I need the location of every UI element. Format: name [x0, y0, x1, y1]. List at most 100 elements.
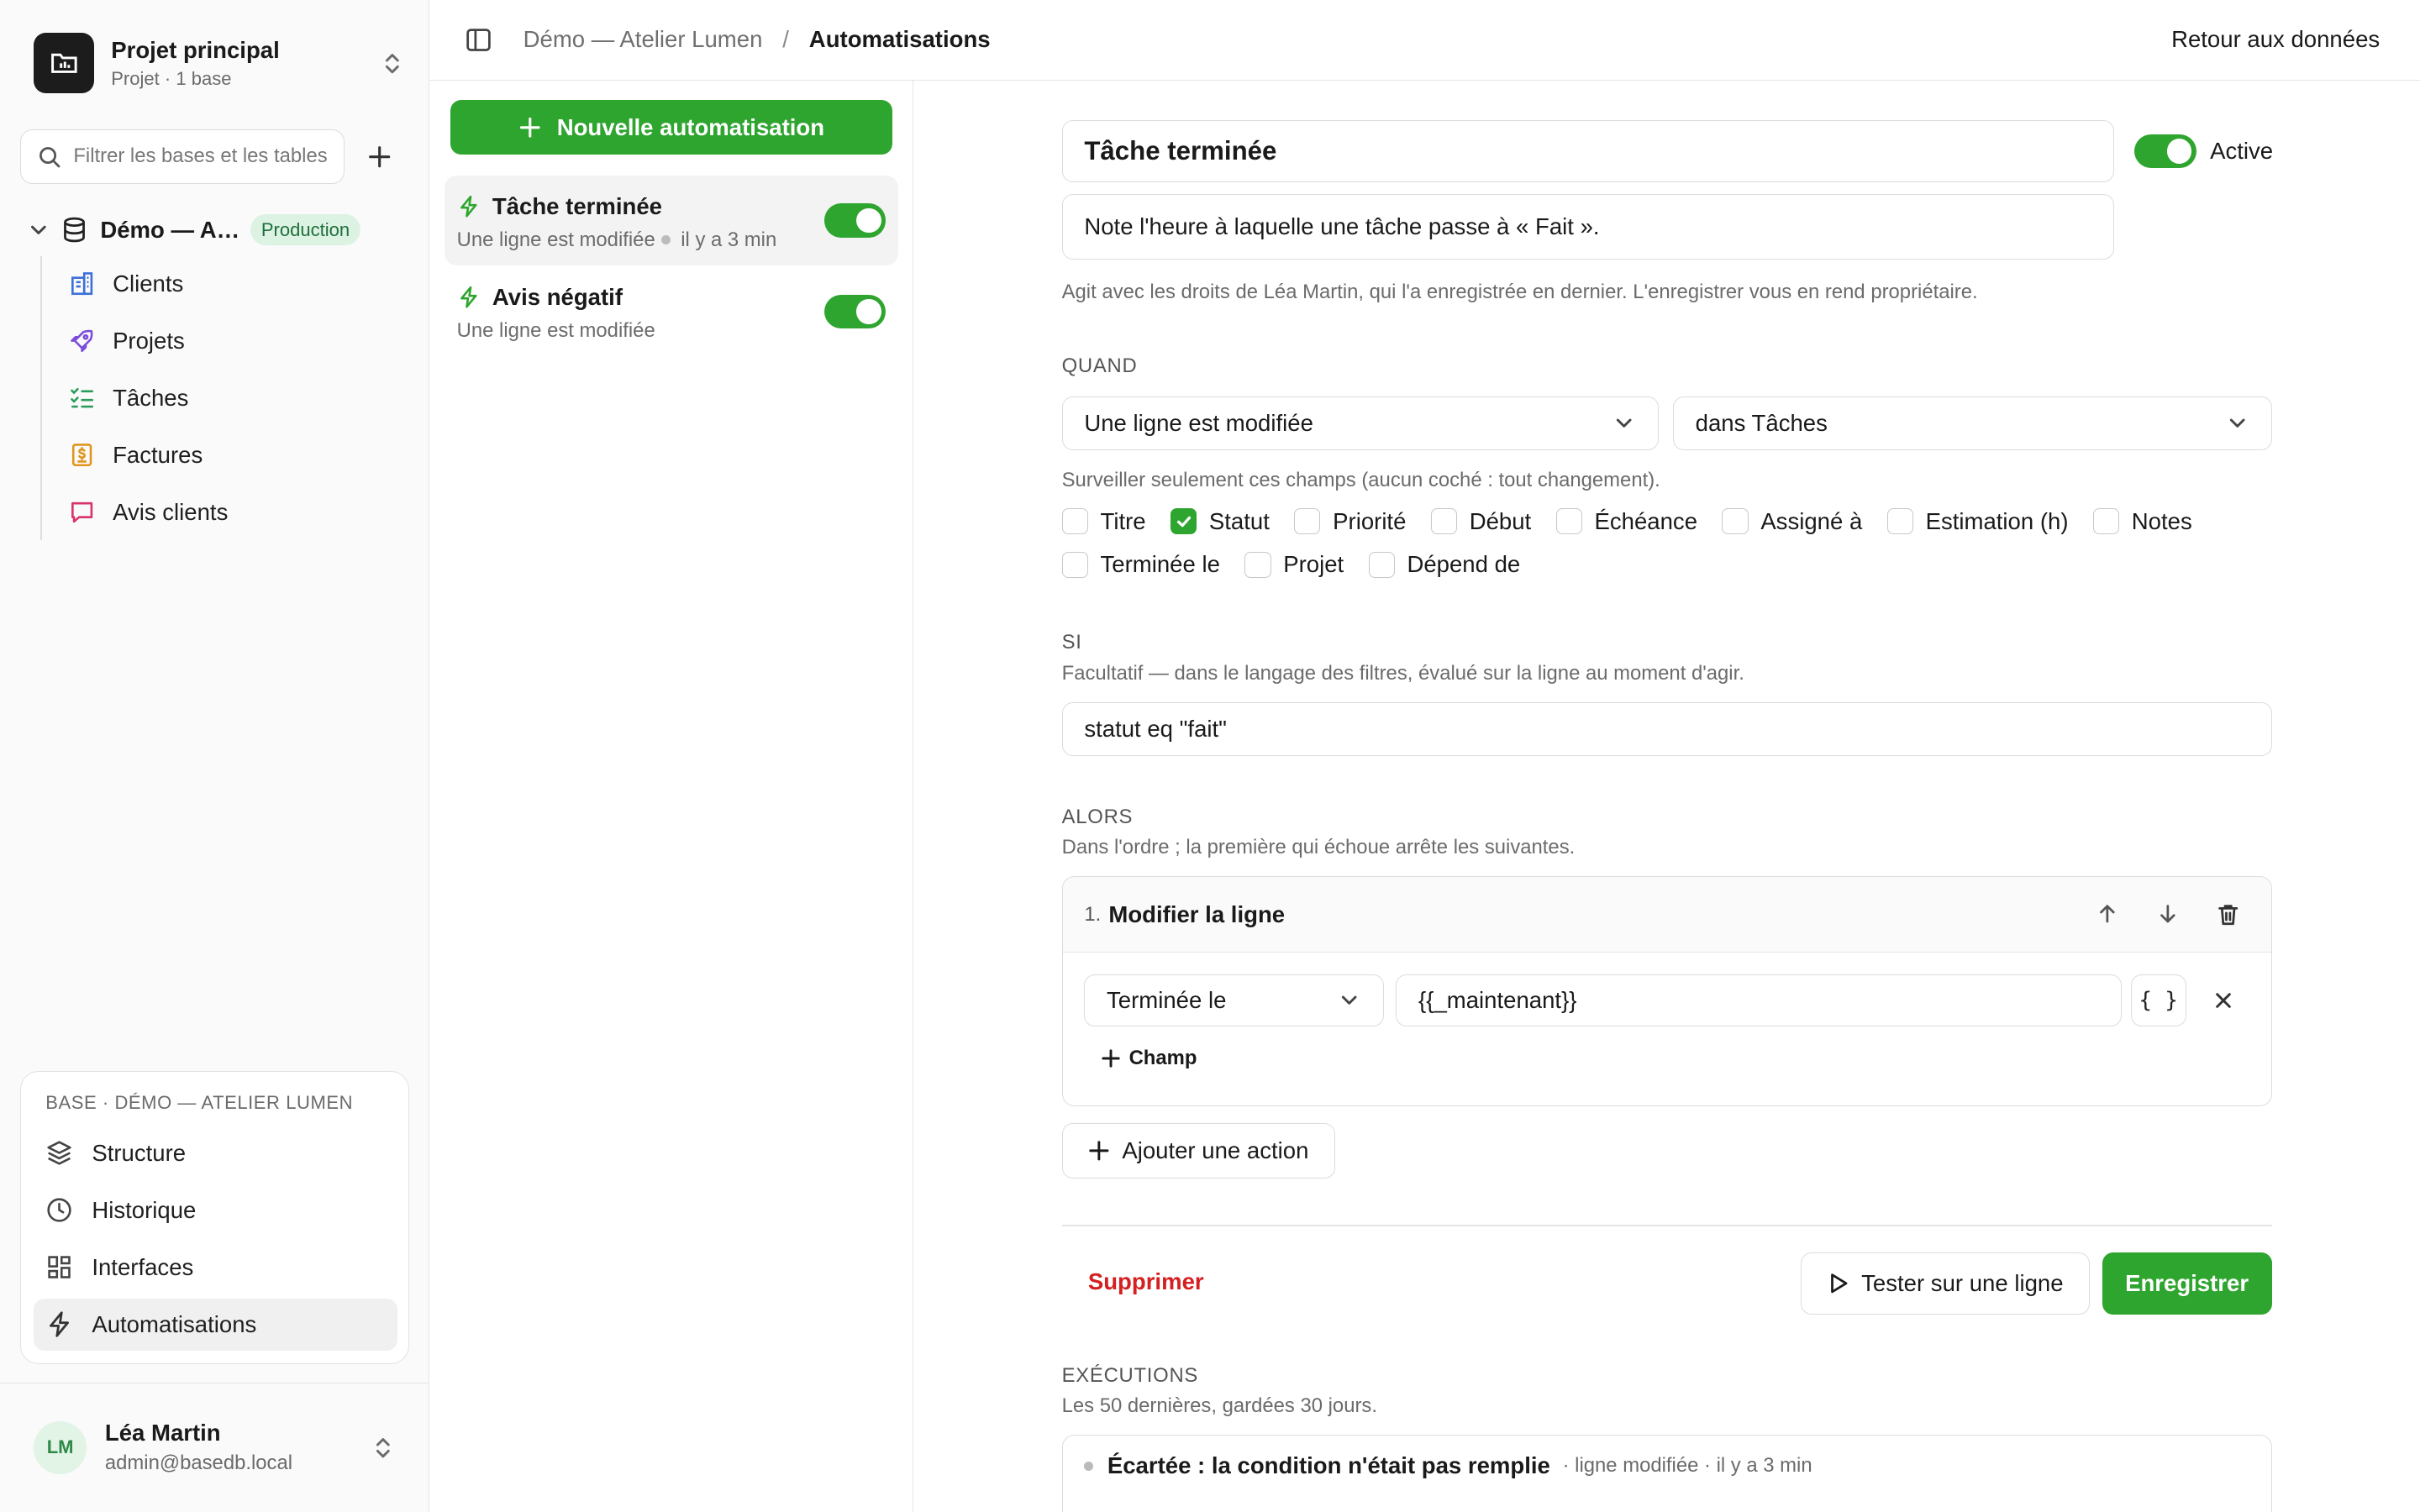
- sidebar-table-label: Avis clients: [113, 498, 229, 525]
- sidebar-toggle-icon[interactable]: [463, 24, 494, 55]
- sidebar-table-avis-clients[interactable]: Avis clients: [68, 491, 408, 533]
- add-field-button[interactable]: Champ: [1101, 1047, 1197, 1070]
- environment-badge: Production: [250, 214, 360, 246]
- project-switcher[interactable]: Projet principal Projet · 1 base: [34, 33, 404, 94]
- watched-fields-note: Surveiller seulement ces champs (aucun c…: [1061, 469, 1660, 492]
- filter-box[interactable]: [19, 129, 345, 184]
- sidebar-table-factures[interactable]: Factures: [68, 433, 408, 476]
- checkbox[interactable]: [1294, 508, 1321, 535]
- base-item-interfaces[interactable]: Interfaces: [34, 1242, 397, 1294]
- checkbox[interactable]: [1061, 551, 1088, 578]
- action-field-select[interactable]: Terminée le: [1084, 974, 1384, 1027]
- trash-icon[interactable]: [2212, 899, 2244, 930]
- section-if-label: SI: [1061, 631, 1082, 654]
- user-menu[interactable]: LM Léa Martin admin@basedb.local: [0, 1382, 429, 1512]
- close-icon[interactable]: [2207, 985, 2238, 1016]
- chevron-down-icon: [2225, 411, 2249, 435]
- arrow-up-icon[interactable]: [2092, 899, 2123, 930]
- field-checkbox-assigne[interactable]: Assigné à: [1722, 508, 1862, 535]
- checkbox[interactable]: [1430, 508, 1458, 535]
- save-button[interactable]: Enregistrer: [2102, 1252, 2272, 1315]
- chevron-down-icon: [1337, 988, 1361, 1012]
- sidebar-table-clients[interactable]: Clients: [68, 262, 408, 305]
- checkbox[interactable]: [1244, 551, 1271, 578]
- automation-item[interactable]: Tâche terminée Une ligne est modifiée il…: [444, 176, 898, 265]
- automation-title: Tâche terminée: [492, 192, 662, 219]
- automation-item[interactable]: Avis négatif Une ligne est modifiée: [445, 267, 898, 357]
- checkbox[interactable]: [1722, 508, 1749, 535]
- chevron-down-icon[interactable]: [28, 219, 50, 241]
- field-checkbox-terminee-le[interactable]: Terminée le: [1061, 551, 1220, 578]
- invoice-icon: [68, 441, 96, 469]
- action-value-input[interactable]: {{_maintenant}}: [1396, 974, 2122, 1027]
- base-item-label: Interfaces: [92, 1253, 194, 1280]
- bolt-icon: [457, 285, 481, 309]
- base-item-label: Historique: [92, 1196, 197, 1223]
- add-action-button[interactable]: Ajouter une action: [1061, 1123, 1335, 1179]
- base-menu-card: BASE · DÉMO — ATELIER LUMEN Structure Hi…: [19, 1070, 409, 1364]
- sidebar: Projet principal Projet · 1 base Filtrer…: [0, 0, 429, 1512]
- automation-toggle[interactable]: [823, 203, 886, 238]
- database-row[interactable]: Démo — A… Production: [28, 210, 413, 250]
- checkbox[interactable]: [1368, 551, 1395, 578]
- automation-editor: Tâche terminée Active Note l'heure à laq…: [913, 81, 2420, 1512]
- execution-meta: · ligne modifiée · il y a 3 min: [1562, 1454, 1812, 1478]
- new-automation-button[interactable]: Nouvelle automatisation: [450, 100, 892, 155]
- checkbox[interactable]: [1061, 508, 1088, 535]
- chevron-updown-icon[interactable]: [380, 51, 404, 76]
- chevron-down-icon: [1612, 411, 1636, 435]
- section-executions-label: EXÉCUTIONS: [1061, 1363, 1199, 1387]
- back-to-data-link[interactable]: Retour aux données: [2171, 26, 2380, 53]
- table-value: dans Tâches: [1695, 410, 1828, 437]
- arrow-down-icon[interactable]: [2152, 899, 2183, 930]
- chevron-updown-icon[interactable]: [371, 1436, 395, 1460]
- top-bar: Démo — Atelier Lumen / Automatisations R…: [429, 0, 2420, 81]
- section-when-label: QUAND: [1061, 354, 1138, 378]
- base-item-structure[interactable]: Structure: [34, 1127, 397, 1179]
- automation-subtitle: Une ligne est modifiée il y a 3 min: [457, 228, 777, 252]
- breadcrumb-parent[interactable]: Démo — Atelier Lumen: [523, 26, 763, 53]
- filter-input[interactable]: [73, 144, 336, 169]
- add-base-button[interactable]: [360, 137, 400, 177]
- automation-description-input[interactable]: Note l'heure à laquelle une tâche passe …: [1061, 194, 2115, 260]
- play-icon: [1828, 1272, 1849, 1295]
- test-on-row-button[interactable]: Tester sur une ligne: [1801, 1252, 2090, 1315]
- automation-time: il y a 3 min: [681, 228, 777, 251]
- sidebar-table-projets[interactable]: Projets: [68, 319, 408, 362]
- add-field-label: Champ: [1128, 1047, 1197, 1070]
- insert-variable-button[interactable]: { }: [2130, 974, 2186, 1027]
- condition-input[interactable]: statut eq "fait": [1061, 701, 2272, 756]
- base-item-automatisations[interactable]: Automatisations: [33, 1298, 398, 1352]
- sidebar-table-label: Clients: [113, 270, 184, 297]
- trigger-select[interactable]: Une ligne est modifiée: [1061, 396, 1660, 451]
- field-checkbox-priorite[interactable]: Priorité: [1294, 508, 1406, 535]
- active-toggle[interactable]: [2134, 134, 2196, 169]
- sidebar-table-label: Tâches: [113, 384, 189, 411]
- new-automation-label: Nouvelle automatisation: [556, 113, 825, 140]
- field-checkbox-projet[interactable]: Projet: [1244, 551, 1344, 578]
- field-checkbox-echeance[interactable]: Échéance: [1555, 508, 1697, 535]
- automation-name-input[interactable]: Tâche terminée: [1061, 120, 2115, 182]
- bolt-icon: [457, 194, 481, 218]
- field-checkbox-depend-de[interactable]: Dépend de: [1368, 551, 1520, 578]
- delete-button[interactable]: Supprimer: [1088, 1268, 1204, 1295]
- field-checkbox-statut[interactable]: Statut: [1170, 508, 1270, 535]
- active-switch[interactable]: Active: [2134, 134, 2273, 169]
- field-checkbox-notes[interactable]: Notes: [2092, 508, 2192, 535]
- checkbox[interactable]: [1886, 508, 1913, 535]
- checkbox-label: Terminée le: [1100, 551, 1220, 578]
- table-select[interactable]: dans Tâches: [1672, 396, 2272, 451]
- field-checkbox-estimation[interactable]: Estimation (h): [1886, 508, 2069, 535]
- building-icon: [68, 270, 96, 297]
- field-checkbox-debut[interactable]: Début: [1430, 508, 1531, 535]
- base-item-historique[interactable]: Historique: [34, 1184, 397, 1236]
- field-checkbox-titre[interactable]: Titre: [1061, 508, 1146, 535]
- checkbox[interactable]: [2092, 508, 2120, 535]
- automation-toggle[interactable]: [823, 294, 886, 329]
- execution-row[interactable]: Écartée : la condition n'était pas rempl…: [1061, 1435, 2272, 1512]
- sidebar-table-taches[interactable]: Tâches: [68, 376, 408, 419]
- checkbox-checked[interactable]: [1170, 508, 1197, 535]
- checkbox[interactable]: [1555, 508, 1582, 535]
- rocket-icon: [68, 327, 96, 354]
- section-then-label: ALORS: [1061, 805, 1134, 828]
